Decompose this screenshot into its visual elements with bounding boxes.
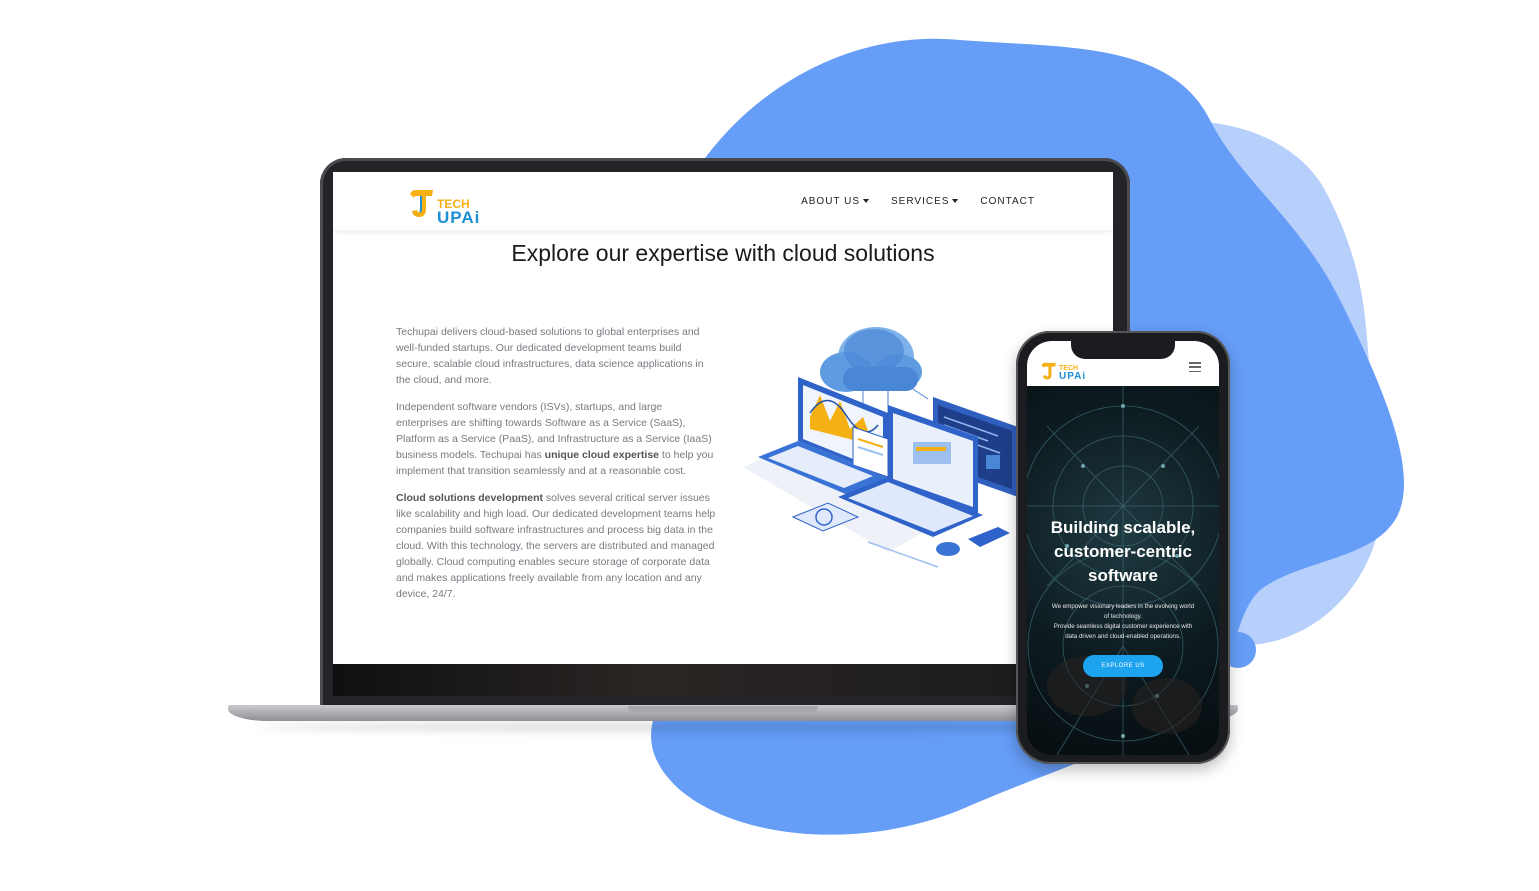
nav-about-us-label: ABOUT US (801, 196, 861, 207)
site-navbar: TECH UPAi ABOUT US SERVICES CONTACT (333, 172, 1113, 230)
t-mark-icon (1041, 362, 1056, 380)
hero-title-line: customer-centric (1054, 542, 1192, 561)
hero-subtitle: We empower visionary leaders in the evol… (1035, 602, 1211, 642)
techupai-logo-icon (409, 189, 435, 225)
explore-us-button[interactable]: EXPLORE US (1083, 655, 1163, 677)
hero-subtitle-line: of technology. (1103, 613, 1143, 620)
phone-screen: TECH UPAi Building scalable, customer-ce… (1027, 341, 1219, 755)
techupai-logo[interactable]: TECH UPAi (409, 189, 481, 227)
hero-title: Building scalable, customer-centric soft… (1027, 516, 1219, 588)
chevron-down-icon (863, 199, 870, 204)
paragraph-2: Independent software vendors (ISVs), sta… (396, 399, 716, 479)
nav-services[interactable]: SERVICES (891, 196, 959, 207)
chevron-down-icon (952, 199, 959, 204)
nav-links: ABOUT US SERVICES CONTACT (801, 196, 1035, 207)
paragraph-3: Cloud solutions development solves sever… (396, 490, 716, 602)
laptop-screen-footer-strip (333, 664, 1113, 696)
cloud-icon (820, 327, 922, 392)
laptop-screen: TECH UPAi ABOUT US SERVICES CONTACT Expl… (333, 172, 1113, 664)
hero-subtitle-line: Provide seamless digital customer experi… (1053, 623, 1193, 630)
paragraph-3-text: solves several critical server issues li… (396, 492, 716, 600)
hero-title-line: software (1088, 566, 1158, 585)
hero-title-line: Building scalable, (1050, 518, 1196, 537)
paragraph-2-bold: unique cloud expertise (544, 449, 660, 461)
content-copy: Techupai delivers cloud-based solutions … (396, 324, 716, 613)
cloud-computing-illustration (743, 327, 1018, 568)
techupai-logo-mobile[interactable]: TECH UPAi (1041, 362, 1087, 382)
hamburger-icon[interactable] (1189, 362, 1201, 372)
hero-subtitle-line: data driven and cloud-enabled operations… (1065, 633, 1181, 640)
logo-upai-text: UPAi (1059, 371, 1087, 382)
phone-notch (1071, 339, 1175, 359)
nav-services-label: SERVICES (891, 196, 950, 207)
laptop-hinge-notch (628, 706, 818, 712)
nav-contact-label: CONTACT (980, 196, 1035, 207)
t-mark-icon (410, 189, 433, 217)
logo-upai-text: UPAi (437, 207, 481, 227)
hero-subtitle-line: We empower visionary leaders in the evol… (1051, 603, 1195, 610)
logo-wordmark: TECH UPAi (437, 198, 481, 227)
phone-hero: Building scalable, customer-centric soft… (1027, 386, 1219, 755)
nav-about-us[interactable]: ABOUT US (801, 196, 870, 207)
nav-contact[interactable]: CONTACT (980, 196, 1035, 207)
page-title: Explore our expertise with cloud solutio… (511, 240, 935, 266)
paragraph-3-bold: Cloud solutions development (396, 492, 544, 504)
logo-wordmark-mobile: TECH UPAi (1059, 365, 1087, 382)
paragraph-1: Techupai delivers cloud-based solutions … (396, 326, 704, 386)
